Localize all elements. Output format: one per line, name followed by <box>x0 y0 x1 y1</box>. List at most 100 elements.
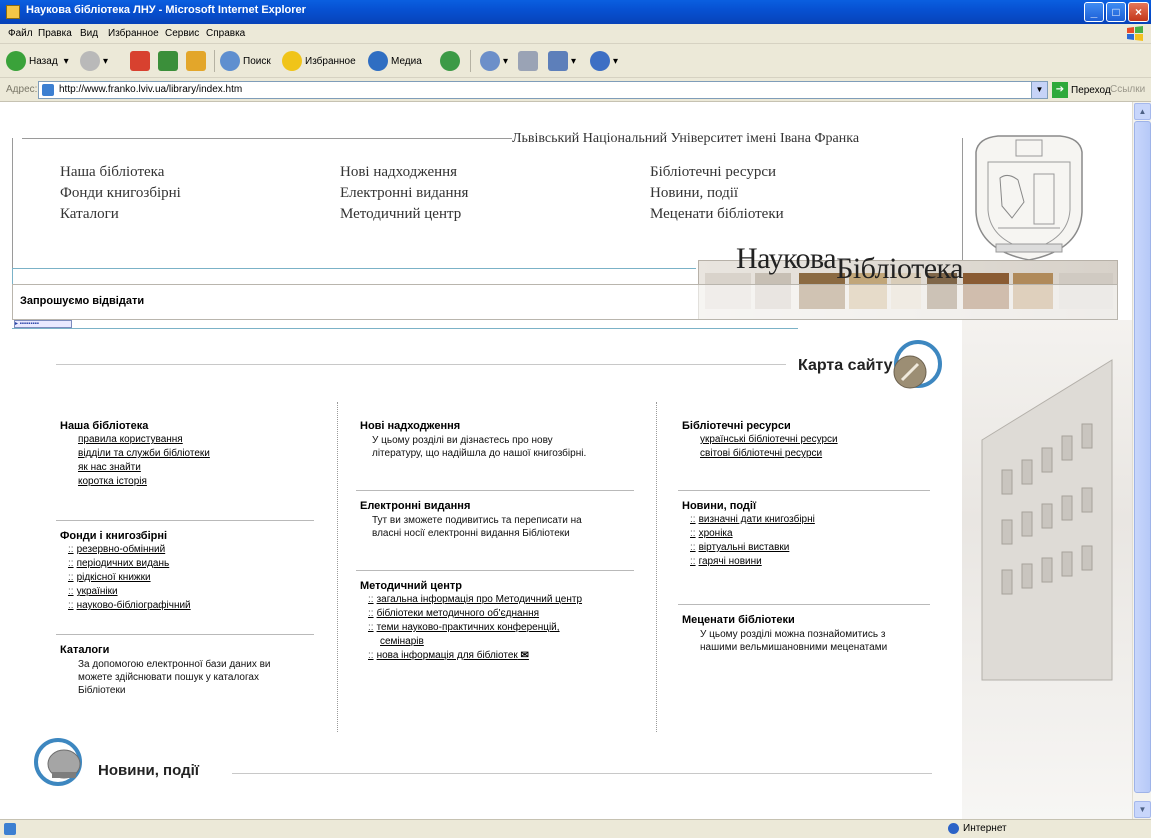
university-title: Львівський Національний Університет імен… <box>512 131 860 146</box>
link-rare-books[interactable]: :: рідкісної книжки <box>68 572 151 583</box>
link-reserve-exchange[interactable]: :: резервно-обмінний <box>68 544 165 555</box>
history-button[interactable] <box>440 50 463 72</box>
edit-button[interactable]: ▾ <box>548 50 576 72</box>
page-status-icon <box>4 823 16 835</box>
edit-icon <box>548 51 568 71</box>
title-bar: Наукова бібліотека ЛНУ - Microsoft Inter… <box>0 0 1151 24</box>
favorites-button[interactable]: Избранное <box>282 50 356 72</box>
globe-icon <box>948 823 959 834</box>
link-conference-topics[interactable]: :: теми науково-практичних конференцій, <box>368 622 560 633</box>
stop-icon <box>130 51 150 71</box>
home-icon <box>186 51 206 71</box>
search-button[interactable]: Поиск <box>220 50 271 72</box>
link-bibliographic[interactable]: :: науково-бібліографічний <box>68 600 191 611</box>
library-logo-title: НауковаБібліотека <box>736 242 963 285</box>
section-collections-title: Фонди і книгозбірні <box>60 530 168 542</box>
menu-tools[interactable]: Сервис <box>165 28 199 39</box>
print-icon <box>518 51 538 71</box>
search-icon <box>220 51 240 71</box>
link-method-general-info[interactable]: :: загальна інформація про Методичний цен… <box>368 594 582 605</box>
nav-catalogs[interactable]: Каталоги <box>60 206 119 223</box>
back-button[interactable]: Назад ▾ <box>6 50 69 72</box>
link-rules[interactable]: правила користування <box>78 434 183 445</box>
nav-patrons[interactable]: Меценати бібліотеки <box>650 206 784 223</box>
nav-library-resources[interactable]: Бібліотечні ресурси <box>650 164 776 181</box>
ie-icon <box>6 5 20 19</box>
forward-arrow-icon <box>80 51 100 71</box>
nav-collections[interactable]: Фонди книгозбірні <box>60 185 181 202</box>
link-chronicle[interactable]: :: хроніка <box>690 528 733 539</box>
link-short-history[interactable]: коротка історія <box>78 476 147 487</box>
forward-button[interactable]: ▾ <box>80 50 108 72</box>
link-new-info-for-libraries[interactable]: :: нова інформація для бібліотек ✉ <box>368 650 529 661</box>
menu-help[interactable]: Справка <box>206 28 245 39</box>
banner-box <box>12 284 1118 320</box>
news-globe-icon <box>34 738 82 786</box>
nav-new-arrivals[interactable]: Нові надходження <box>340 164 457 181</box>
link-departments[interactable]: відділи та служби бібліотеки <box>78 448 210 459</box>
marquee-scroller[interactable]: ▸ ▪▪▪▪▪▪▪▪▪ <box>14 320 72 328</box>
scroll-up-icon[interactable]: ▲ <box>1134 103 1151 120</box>
security-zone: Интернет <box>948 823 1007 834</box>
link-seminars[interactable]: семінарів <box>380 636 424 647</box>
stop-button[interactable] <box>130 50 153 72</box>
refresh-button[interactable] <box>158 50 181 72</box>
home-button[interactable] <box>186 50 209 72</box>
link-hot-news[interactable]: :: гарячі новини <box>690 556 762 567</box>
go-arrow-icon: ➔ <box>1052 82 1068 98</box>
section-news-events-title: Новини, події <box>682 500 757 512</box>
links-button[interactable]: Ссылки <box>1110 84 1145 95</box>
menu-file[interactable]: Файл <box>8 28 33 39</box>
section-methodical-center-title: Методичний центр <box>360 580 462 592</box>
section-catalogs-title: Каталоги <box>60 644 110 656</box>
nav-e-publications[interactable]: Електронні видання <box>340 185 468 202</box>
link-method-association[interactable]: :: бібліотеки методичного об'єднання <box>368 608 539 619</box>
e-publications-description: Тут ви зможете подивитись та переписати … <box>372 515 582 539</box>
link-virtual-exhibitions[interactable]: :: віртуальні виставки <box>690 542 789 553</box>
catalogs-description: За допомогою електронної бази даних ви мо… <box>78 659 271 696</box>
menu-view[interactable]: Вид <box>80 28 98 39</box>
minimize-button[interactable]: _ <box>1084 2 1104 22</box>
link-periodicals[interactable]: :: періодичних видань <box>68 558 169 569</box>
mail-button[interactable]: ▾ <box>480 50 508 72</box>
menu-favorites[interactable]: Избранное <box>108 28 159 39</box>
address-bar: Адрес: http://www.franko.lviv.ua/library… <box>0 78 1151 102</box>
link-find-us[interactable]: як нас знайти <box>78 462 141 473</box>
address-url: http://www.franko.lviv.ua/library/index.… <box>59 84 243 95</box>
messenger-button[interactable]: ▾ <box>590 50 618 72</box>
menu-edit[interactable]: Правка <box>38 28 72 39</box>
nav-our-library[interactable]: Наша бібліотека <box>60 164 164 181</box>
toolbar: Назад ▾ ▾ Поиск Избранное Медиа ▾ ▾ ▾ <box>0 44 1151 78</box>
section-e-publications-title: Електронні видання <box>360 500 471 512</box>
menu-bar: Файл Правка Вид Избранное Сервис Справка <box>0 24 1151 44</box>
link-world-resources[interactable]: світові бібліотечні ресурси <box>700 448 822 459</box>
print-button[interactable] <box>518 50 541 72</box>
sitemap-title: Карта сайту <box>798 357 893 374</box>
chevron-down-icon[interactable]: ▼ <box>1031 82 1047 98</box>
scroll-down-icon[interactable]: ▼ <box>1134 801 1151 818</box>
section-library-resources-title: Бібліотечні ресурси <box>682 420 791 432</box>
news-section-title: Новини, події <box>98 762 199 779</box>
address-input[interactable]: http://www.franko.lviv.ua/library/index.… <box>38 81 1048 99</box>
address-label: Адрес: <box>6 84 38 95</box>
maximize-button[interactable]: □ <box>1106 2 1126 22</box>
section-our-library-title: Наша бібліотека <box>60 420 149 432</box>
back-arrow-icon <box>6 51 26 71</box>
mail-icon <box>480 51 500 71</box>
media-button[interactable]: Медиа <box>368 50 422 72</box>
compass-icon <box>893 340 942 389</box>
nav-methodical-center[interactable]: Методичний центр <box>340 206 461 223</box>
university-crest-icon <box>975 135 1083 261</box>
scroll-thumb[interactable] <box>1134 121 1151 793</box>
new-arrivals-description: У цьому розділі ви дізнаєтесь про нову лі… <box>372 435 587 459</box>
nav-news-events[interactable]: Новини, події <box>650 185 738 202</box>
go-button[interactable]: ➔ Переход <box>1052 82 1111 98</box>
link-ukrainica[interactable]: :: україніки <box>68 586 118 597</box>
link-notable-dates[interactable]: :: визначні дати книгозбірні <box>690 514 815 525</box>
media-icon <box>368 51 388 71</box>
section-new-arrivals-title: Нові надходження <box>360 420 461 432</box>
close-button[interactable]: × <box>1128 2 1149 22</box>
building-image <box>962 320 1132 819</box>
vertical-scrollbar[interactable]: ▲ ▼ <box>1132 102 1151 819</box>
link-ukrainian-resources[interactable]: українські бібліотечні ресурси <box>700 434 838 445</box>
